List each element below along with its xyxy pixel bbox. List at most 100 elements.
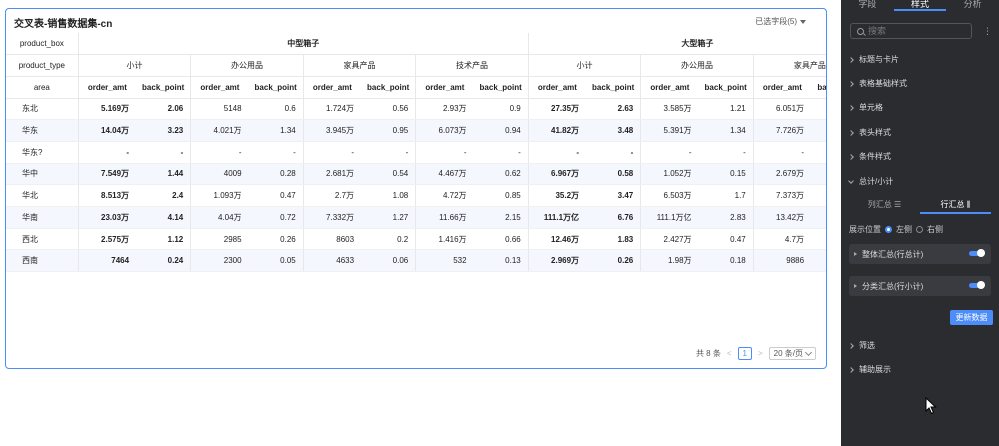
measure-header[interactable]: order_amt (415, 76, 474, 99)
measure-header[interactable]: back_point (586, 76, 641, 99)
table-cell: 41.82万 (527, 119, 587, 142)
measure-header[interactable]: back_point (248, 76, 304, 99)
section-header-style[interactable]: 表头样式 (848, 127, 891, 138)
section-label: 筛选 (859, 341, 875, 350)
table-cell: 3.945万 (302, 119, 362, 142)
table-cell: - (473, 141, 529, 164)
table-body: 东北 5.169万 2.06 5148 0.6 1.724万 0.56 2.93万 0.9 27.… (6, 98, 826, 273)
table-cell: 0.28 (248, 163, 304, 186)
table-cell: 5.391万 (640, 119, 699, 142)
section-filter[interactable]: 筛选 (848, 340, 875, 351)
measure-header[interactable]: back_point (473, 76, 529, 99)
box-group-header[interactable]: 大型箱子 (527, 33, 826, 56)
sub-total-item[interactable]: 分类汇总(行小计) (849, 276, 991, 296)
row-header-area: 西南 (6, 249, 79, 273)
section-cell[interactable]: 单元格 (848, 102, 883, 113)
page-number[interactable]: 1 (737, 347, 752, 360)
selected-fields-dropdown[interactable]: 已选字段(5) (755, 16, 806, 27)
page-size-select[interactable]: 20 条/页 (768, 347, 816, 360)
table-cell: - (640, 141, 699, 164)
tab-row-totals[interactable]: 行汇总 ⫼ (920, 198, 991, 214)
tab-style[interactable]: 样式 (893, 0, 947, 11)
header-row-measures: area order_amt back_point order_amt back_p… (6, 76, 826, 99)
tab-fields[interactable]: 字段 (841, 0, 894, 11)
table-cell: 4.7万 (752, 228, 812, 251)
table-cell: 111.1万亿 (640, 206, 699, 229)
more-options-icon[interactable]: ⋮ (983, 26, 992, 37)
table-cell: 2.575万 (77, 228, 137, 251)
section-title-card[interactable]: 标题与卡片 (848, 54, 899, 65)
type-group-header[interactable]: 小计 (527, 54, 641, 77)
type-group-header[interactable]: 办公用品 (190, 54, 304, 77)
measure-header[interactable]: order_amt (77, 76, 137, 99)
measure-header[interactable]: back_point (811, 76, 826, 99)
table-cell: - (698, 141, 754, 164)
measure-header[interactable]: back_point (698, 76, 754, 99)
radio-right[interactable] (916, 226, 923, 233)
type-group-header[interactable]: 办公用品 (640, 54, 754, 77)
measure-header[interactable]: order_amt (527, 76, 587, 99)
measure-header[interactable]: back_point (136, 76, 191, 99)
section-totals[interactable]: 总计/小计 (848, 176, 894, 187)
section-conditional-style[interactable]: 条件样式 (848, 151, 891, 162)
search-input[interactable] (868, 26, 963, 36)
measure-header[interactable]: order_amt (752, 76, 812, 99)
sub-total-toggle[interactable] (969, 281, 985, 289)
table-cell: 4.04万 (190, 206, 249, 229)
section-table-basic[interactable]: 表格基础样式 (848, 78, 907, 89)
table-cell: 2.63 (586, 98, 641, 121)
table-cell: 11.66万 (415, 206, 474, 229)
type-group-header[interactable]: 家具产品 (752, 54, 826, 77)
table-cell: 0.85 (473, 184, 529, 207)
table-cell: 0.24 (136, 249, 191, 273)
table-cell: 0.56 (361, 98, 416, 121)
table-cell: - (248, 141, 304, 164)
section-auxiliary[interactable]: 辅助展示 (848, 364, 891, 375)
radio-left[interactable] (885, 226, 892, 233)
table-cell: 2.427万 (640, 228, 699, 251)
table-cell: 2300 (190, 249, 249, 273)
table-cell: 0.58 (586, 163, 641, 186)
table-cell: 6.503万 (640, 184, 699, 207)
table-cell: 0.05 (248, 249, 304, 273)
type-group-header[interactable]: 家具产品 (302, 54, 416, 77)
measure-header[interactable]: back_point (361, 76, 416, 99)
tab-analysis[interactable]: 分析 (946, 0, 999, 11)
table-cell: 0.2 (361, 228, 416, 251)
table-cell: 3.585万 (640, 98, 699, 121)
grand-total-toggle[interactable] (969, 249, 985, 257)
table-row: 华东? - - - - - - - - - - - - - (6, 141, 826, 164)
table-row: 东北 5.169万 2.06 5148 0.6 1.724万 0.56 2.93万 0.9 27.… (6, 98, 826, 121)
crosstab-card: 交叉表-销售数据集-cn 已选字段(5) product_box 中型箱子 大型… (5, 8, 827, 369)
grand-total-item[interactable]: 整体汇总(行总计) (849, 244, 991, 264)
table-cell: 0.06 (361, 249, 416, 273)
type-group-header[interactable]: 小计 (77, 54, 191, 77)
header-row-product-box: product_box 中型箱子 大型箱子 (6, 33, 826, 56)
table-cell: 1.7 (698, 184, 754, 207)
table-cell: 7.332万 (302, 206, 362, 229)
chevron-right-icon (848, 129, 854, 136)
table-cell: 0.54 (361, 163, 416, 186)
prev-page-button[interactable]: < (727, 349, 732, 358)
pivot-table: product_box 中型箱子 大型箱子 product_type 小计 办公… (6, 33, 826, 277)
next-page-button[interactable]: > (758, 349, 763, 358)
table-cell: 1. (811, 228, 826, 251)
chevron-right-icon (848, 153, 854, 160)
tab-column-totals[interactable]: 列汇总 ☰ (849, 198, 920, 214)
table-cell: 111.1万亿 (527, 206, 587, 229)
table-cell: 4633 (302, 249, 362, 273)
section-label: 总计/小计 (859, 177, 894, 186)
measure-header[interactable]: order_amt (302, 76, 362, 99)
type-group-header[interactable]: 技术产品 (415, 54, 529, 77)
measure-header[interactable]: order_amt (640, 76, 699, 99)
chevron-right-icon (848, 104, 854, 111)
row-header-area: 东北 (6, 98, 79, 121)
box-group-header[interactable]: 中型箱子 (77, 33, 529, 56)
update-data-button[interactable]: 更新数据 (950, 310, 993, 325)
sub-total-label: 分类汇总(行小计) (862, 281, 924, 291)
table-cell: 0.66 (473, 228, 529, 251)
measure-header[interactable]: order_amt (190, 76, 249, 99)
table-cell: 1.724万 (302, 98, 362, 121)
table-row: 华东 14.04万 3.23 4.021万 1.34 3.945万 0.95 6.073万 0.… (6, 119, 826, 142)
corner-product-type: product_type (6, 54, 79, 77)
